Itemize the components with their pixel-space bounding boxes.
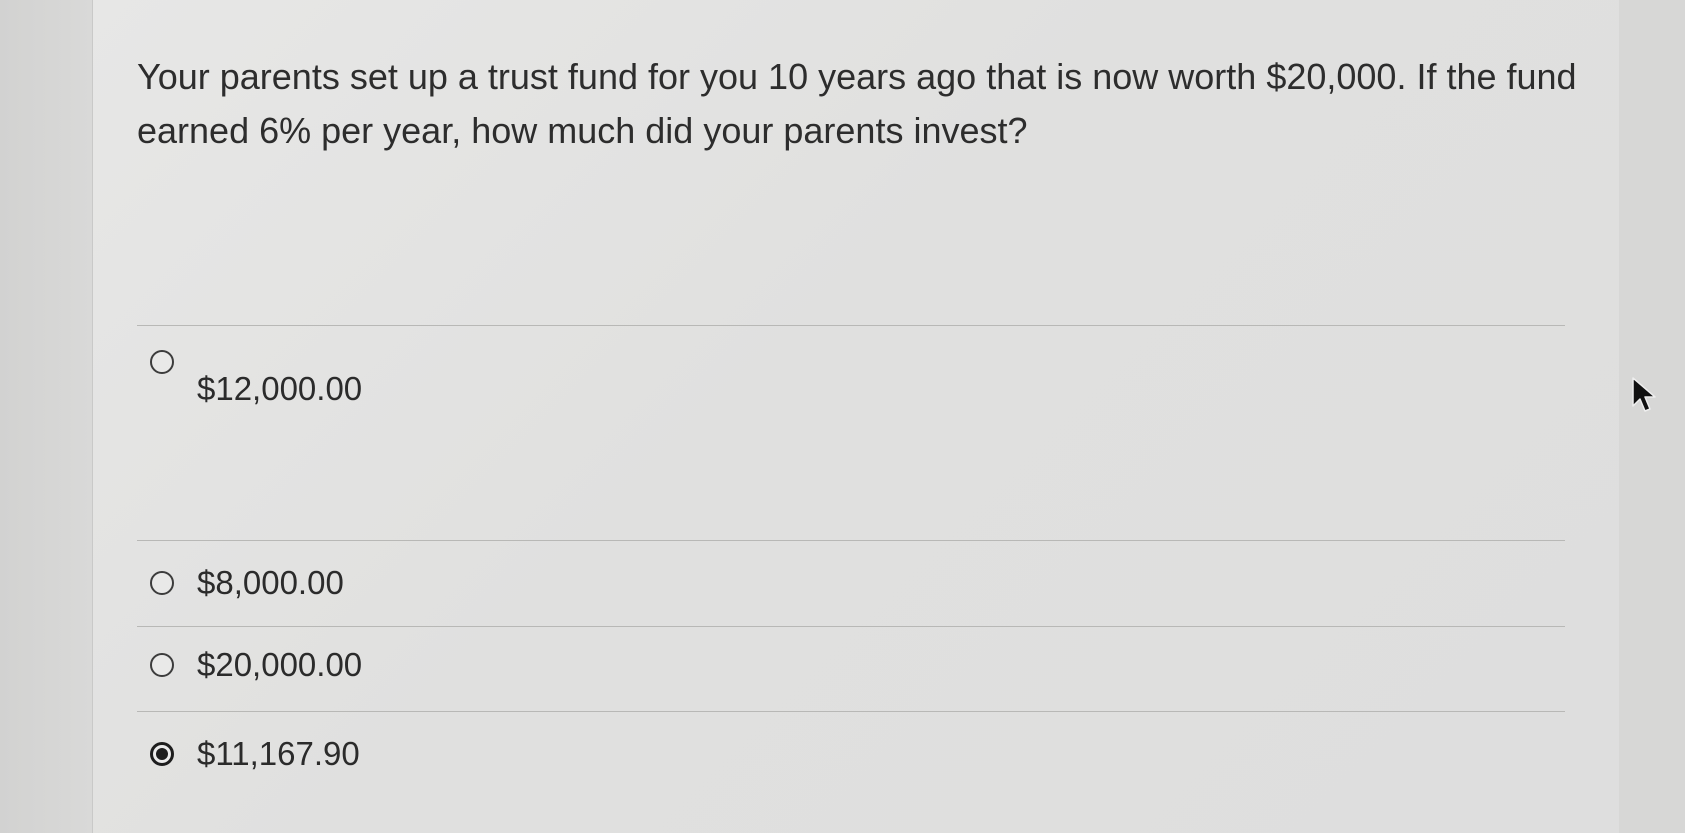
answer-option-2[interactable]: $8,000.00	[150, 564, 344, 602]
radio-filled-icon[interactable]	[150, 742, 174, 766]
divider	[137, 325, 1565, 326]
option-label: $11,167.90	[197, 735, 360, 772]
left-margin	[0, 0, 92, 833]
radio-empty-icon[interactable]	[150, 653, 174, 677]
option-label: $8,000.00	[197, 564, 344, 601]
divider	[137, 540, 1565, 541]
answer-option-1[interactable]: $12,000.00	[150, 350, 362, 408]
option-label: $20,000.00	[197, 646, 363, 683]
divider	[137, 711, 1565, 712]
radio-dot	[156, 748, 168, 760]
answer-option-4[interactable]: $11,167.90	[150, 735, 360, 773]
radio-empty-icon[interactable]	[150, 571, 174, 595]
radio-empty-icon[interactable]	[150, 350, 174, 374]
mouse-pointer-icon	[1632, 377, 1656, 412]
right-margin	[1619, 0, 1685, 833]
divider	[137, 626, 1565, 627]
option-label: $12,000.00	[197, 370, 363, 407]
question-text: Your parents set up a trust fund for you…	[137, 56, 1577, 151]
answer-option-3[interactable]: $20,000.00	[150, 646, 362, 684]
